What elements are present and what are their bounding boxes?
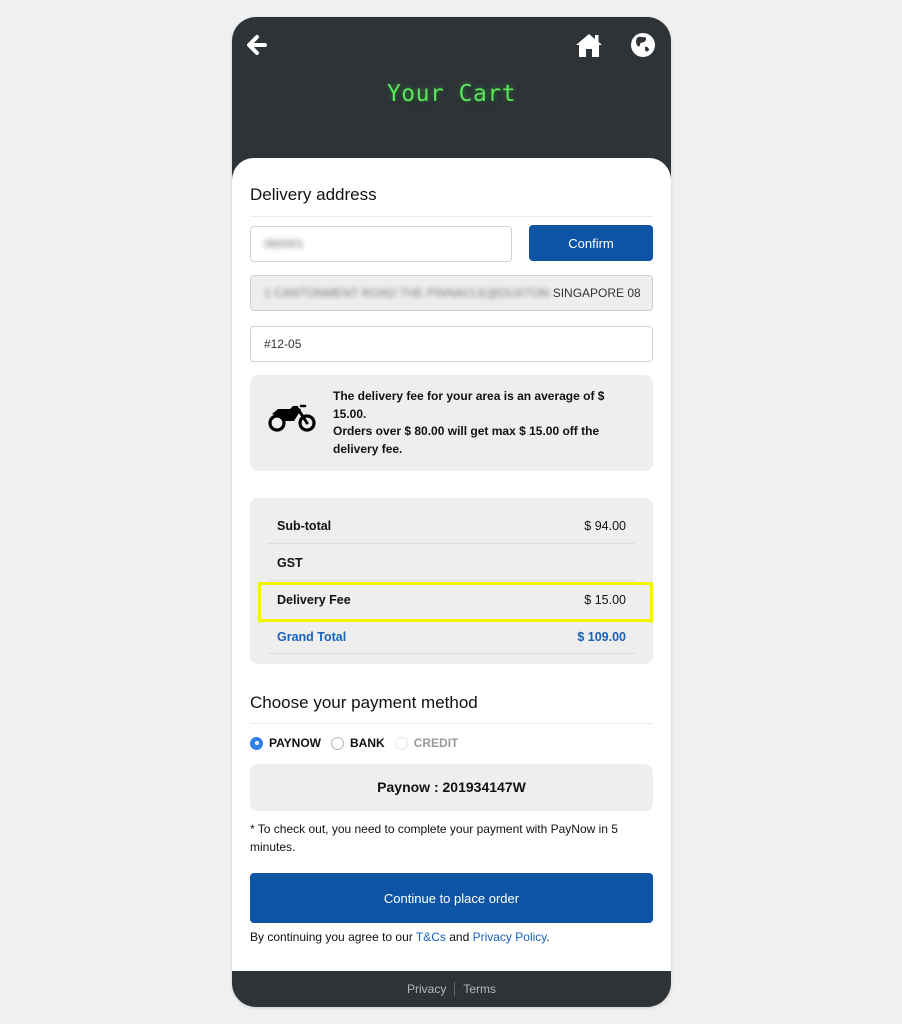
home-icon[interactable] bbox=[575, 32, 603, 58]
postal-code-input[interactable]: 080001 bbox=[250, 226, 512, 262]
motorcycle-icon bbox=[268, 404, 316, 432]
subtotal-label: Sub-total bbox=[277, 519, 332, 533]
radio-unselected-icon bbox=[331, 736, 345, 750]
cart-content: Delivery address 080001 Confirm 1 CANTON… bbox=[232, 158, 671, 971]
payment-method-options: PAYNOW BANK CREDIT bbox=[250, 735, 468, 751]
radio-paynow-label: PAYNOW bbox=[269, 736, 322, 750]
order-summary: Sub-total $ 94.00 GST Delivery Fee $ 15.… bbox=[250, 498, 653, 664]
subtotal-value: $ 94.00 bbox=[584, 519, 626, 533]
unit-number-value: #12-05 bbox=[264, 337, 302, 351]
header: Your Cart bbox=[232, 17, 671, 158]
privacy-policy-link[interactable]: Privacy Policy bbox=[473, 930, 547, 944]
grand-total-row: Grand Total $ 109.00 bbox=[268, 609, 626, 646]
radio-credit: CREDIT bbox=[394, 736, 459, 750]
gst-row: GST bbox=[268, 535, 626, 572]
delivery-fee-line1: The delivery fee for your area is an ave… bbox=[333, 389, 605, 421]
subtotal-row: Sub-total $ 94.00 bbox=[268, 498, 626, 535]
app-frame: Your Cart Delivery address 080001 Confir… bbox=[232, 17, 671, 1007]
address-street: 1 CANTONMENT ROAD THE PINNACLE@DUXTON bbox=[264, 286, 550, 300]
confirm-button[interactable]: Confirm bbox=[529, 225, 653, 261]
gst-label: GST bbox=[277, 556, 303, 570]
address-country: SINGAPORE 08 bbox=[552, 286, 641, 300]
paynow-uen-box: Paynow : 201934147W bbox=[250, 764, 653, 811]
divider bbox=[250, 723, 653, 724]
footer-terms-link[interactable]: Terms bbox=[463, 982, 496, 996]
delivery-address-heading: Delivery address bbox=[250, 185, 377, 204]
radio-selected-icon bbox=[250, 736, 263, 750]
radio-disabled-icon bbox=[394, 736, 408, 750]
page-title: Your Cart bbox=[386, 81, 517, 107]
radio-bank-label: BANK bbox=[350, 736, 385, 750]
delivery-fee-line2: Orders over $ 80.00 will get max $ 15.00… bbox=[333, 424, 600, 456]
grand-total-label: Grand Total bbox=[277, 630, 347, 644]
footer: Privacy Terms bbox=[232, 971, 671, 1007]
divider bbox=[268, 653, 635, 654]
unit-number-input[interactable]: #12-05 bbox=[250, 326, 653, 362]
radio-bank[interactable]: BANK bbox=[331, 736, 385, 750]
delivery-fee-text: The delivery fee for your area is an ave… bbox=[333, 388, 633, 458]
continue-to-place-order-button[interactable]: Continue to place order bbox=[250, 873, 653, 923]
agreement-prefix: By continuing you agree to our bbox=[250, 930, 416, 944]
address-field: 1 CANTONMENT ROAD THE PINNACLE@DUXTON SI… bbox=[250, 275, 653, 311]
footer-separator bbox=[454, 982, 456, 996]
divider bbox=[250, 216, 653, 217]
payment-method-heading: Choose your payment method bbox=[250, 693, 478, 712]
grand-total-value: $ 109.00 bbox=[577, 630, 626, 644]
arrow-left-icon[interactable] bbox=[246, 34, 268, 56]
radio-paynow[interactable]: PAYNOW bbox=[250, 736, 321, 750]
checkout-note: * To check out, you need to complete you… bbox=[250, 822, 618, 854]
footer-privacy-link[interactable]: Privacy bbox=[407, 982, 446, 996]
postal-code-value: 080001 bbox=[264, 237, 305, 251]
agreement-and: and bbox=[445, 930, 473, 944]
agreement-text: By continuing you agree to our T&Cs and … bbox=[250, 930, 550, 944]
radio-credit-label: CREDIT bbox=[413, 736, 459, 750]
globe-icon[interactable] bbox=[630, 32, 656, 58]
tncs-link[interactable]: T&Cs bbox=[416, 930, 446, 944]
delivery-fee-info: The delivery fee for your area is an ave… bbox=[250, 375, 653, 471]
agreement-suffix: . bbox=[546, 930, 550, 944]
